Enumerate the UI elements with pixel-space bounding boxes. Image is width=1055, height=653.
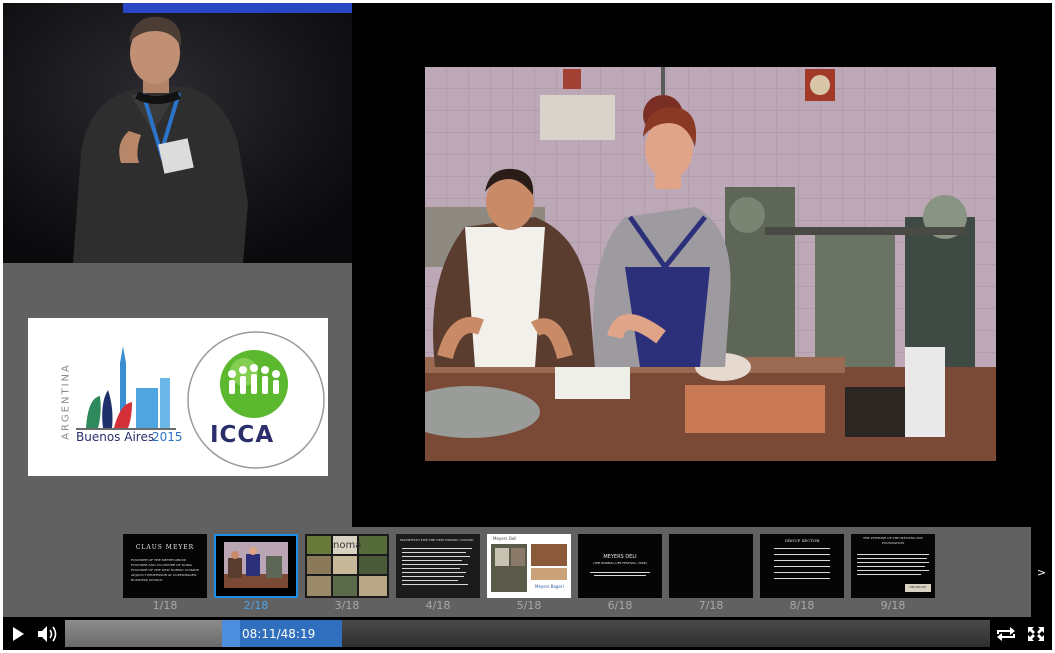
thumbnail-label: 8/18: [789, 599, 815, 612]
slide-viewer: [352, 3, 1052, 527]
progress-time-indicator[interactable]: 08:11/48:19: [222, 620, 342, 647]
speaker-figure: [3, 3, 352, 263]
icca-text: ICCA: [210, 422, 275, 448]
volume-icon: [38, 625, 57, 642]
presentation-player: ARGENTINA Buenos Aires 2015 ICCA CLAUS M…: [3, 3, 1052, 650]
loop-icon: [997, 626, 1015, 641]
thumbnail-label: 6/18: [607, 599, 633, 612]
thumb-title: GROUP SECTOR: [784, 538, 820, 543]
thumbnail-slide-7[interactable]: [669, 534, 753, 598]
thumb-subtitle: (THE NORMAL LIFE FESTIVAL, 2006): [593, 561, 647, 565]
speaker-video[interactable]: [3, 3, 352, 263]
scrub-handle[interactable]: [222, 620, 240, 647]
thumbnail-slide-8[interactable]: GROUP SECTOR: [760, 534, 844, 598]
thumb-caption: MELTING POT: [905, 584, 931, 592]
city-text: Buenos Aires: [76, 430, 155, 444]
country-text: ARGENTINA: [60, 363, 72, 440]
loop-button[interactable]: [991, 617, 1021, 650]
thumbnail-label: 3/18: [334, 599, 360, 612]
thumbnail-slide-2[interactable]: [214, 534, 298, 598]
thumbnail-label: 5/18: [516, 599, 542, 612]
time-display: 08:11/48:19: [242, 626, 316, 641]
thumbnail-label: 1/18: [152, 599, 178, 612]
thumbnail-label: 2/18: [243, 599, 269, 612]
progress-fill: [65, 620, 222, 647]
thumbnail-slide-1[interactable]: CLAUS MEYER FOUNDER OF THE MEYER GROUP F…: [123, 534, 207, 598]
fullscreen-icon: [1028, 626, 1044, 641]
player-controls: 08:11/48:19: [3, 617, 1052, 650]
thumbnail-slide-9[interactable]: THE PURPOSE OF THE MELTING POT FOUNDATIO…: [851, 534, 935, 598]
event-logo: ARGENTINA Buenos Aires 2015 ICCA: [28, 318, 328, 476]
slide-photo-bakery: [425, 67, 996, 461]
thumb-title: Meyers Deli: [493, 536, 517, 541]
next-thumbnails-button[interactable]: >: [1031, 527, 1052, 617]
thumb-title: noma: [333, 540, 362, 551]
thumbnail-slide-3[interactable]: noma: [305, 534, 389, 598]
thumb-title: CLAUS MEYER: [135, 544, 195, 551]
volume-button[interactable]: [33, 617, 63, 650]
play-button[interactable]: [3, 617, 33, 650]
thumb-photo: [216, 536, 296, 596]
thumb-title: MEYERS DELI: [603, 554, 637, 560]
thumbnail-strip: CLAUS MEYER FOUNDER OF THE MEYER GROUP F…: [3, 527, 1052, 617]
thumbnail-label: 9/18: [880, 599, 906, 612]
thumbnail-label: 4/18: [425, 599, 451, 612]
thumb-title: MANIFESTO FOR THE NEW NORDIC CUISINE: [400, 538, 474, 542]
thumbnail-slide-4[interactable]: MANIFESTO FOR THE NEW NORDIC CUISINE: [396, 534, 480, 598]
year-text: 2015: [152, 430, 183, 444]
play-icon: [13, 626, 24, 641]
thumbnail-slide-6[interactable]: MEYERS DELI (THE NORMAL LIFE FESTIVAL, 2…: [578, 534, 662, 598]
fullscreen-button[interactable]: [1021, 617, 1051, 650]
thumbnail-slide-5[interactable]: Meyers Deli Meyers Bageri: [487, 534, 571, 598]
thumb-title: THE PURPOSE OF THE MELTING POT FOUNDATIO…: [862, 536, 924, 545]
bakery-photo-illustration: [425, 67, 996, 461]
thumb-caption: Meyers Bageri: [535, 584, 564, 589]
thumb-line: BUSINESS SCHOOL: [131, 578, 163, 582]
buenos-aires-skyline-logo: [76, 331, 325, 469]
thumbnail-label: 7/18: [698, 599, 724, 612]
